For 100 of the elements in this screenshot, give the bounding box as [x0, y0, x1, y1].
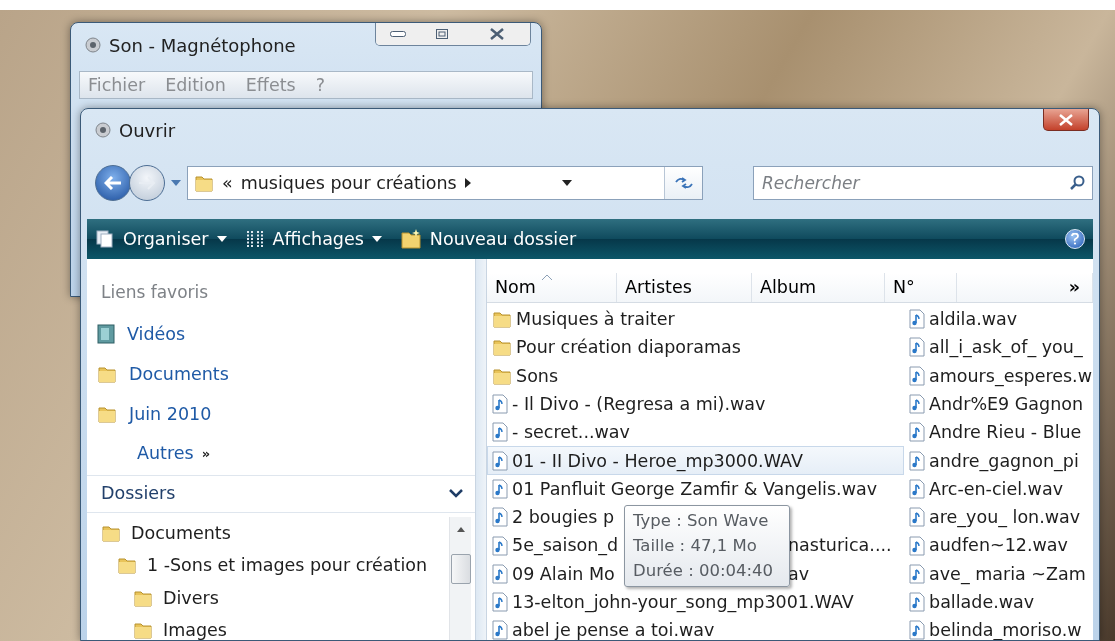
music-file-icon [909, 365, 926, 386]
music-file-icon [492, 450, 509, 471]
music-file-icon [909, 592, 926, 613]
file-name[interactable]: amours_esperes.w [929, 362, 1092, 389]
music-file-icon [909, 478, 926, 499]
file-name[interactable]: Musiques à traiter [516, 306, 675, 333]
tree-item[interactable]: Documents [87, 516, 450, 549]
music-file-icon [909, 309, 926, 330]
file-row-highlight[interactable]: 01 - II Divo - Heroe_mp3000.WAV [487, 446, 905, 475]
search-field[interactable]: Rechercher [753, 166, 1093, 200]
file-name[interactable]: 13-elton_john-your_song_mp3001.WAV [512, 589, 854, 616]
folder-icon [492, 337, 513, 358]
section-heading: Liens favoris [100, 281, 210, 304]
music-file-icon [492, 592, 509, 613]
music-file-icon [492, 507, 509, 528]
folder-icon [194, 173, 214, 193]
file-name[interactable]: av [788, 560, 810, 587]
file-name[interactable]: are_you_ lon.wav [929, 504, 1081, 531]
file-name[interactable]: abel je pense a toi.wav [512, 617, 715, 640]
refresh-button[interactable] [664, 167, 702, 199]
toolbar-button[interactable]: Affichages [244, 225, 382, 253]
file-name[interactable]: Andr%E9 Gagnon [929, 390, 1084, 418]
pages-icon [95, 229, 115, 249]
file-name[interactable]: 01 - II Divo - Heroe_mp3000.WAV [512, 447, 803, 474]
minimize-icon [390, 31, 406, 37]
file-name[interactable]: 09 Alain Mo [512, 560, 615, 587]
music-file-icon [909, 535, 926, 556]
file-name[interactable]: nasturica.... [788, 532, 892, 559]
file-name[interactable]: - Il Divo - (Regresa a mi).wav [512, 390, 766, 418]
minimize-button[interactable] [376, 23, 420, 45]
more-link[interactable]: Autres [137, 440, 194, 467]
file-name[interactable]: belinda_moriso.w [929, 617, 1082, 640]
maximize-icon [436, 29, 448, 39]
tooltip-line: Type : Son Wave [633, 510, 770, 532]
file-name[interactable]: 01 Panfluit George Zamfir & Vangelis.wav [512, 475, 878, 503]
file-name[interactable]: ave_ maria ~Zam [929, 560, 1086, 587]
speaker-icon [95, 122, 111, 138]
file-name[interactable]: Pour création diaporamas [516, 334, 741, 361]
file-name[interactable]: ballade.wav [929, 589, 1035, 616]
music-file-icon [492, 563, 509, 584]
forward-button[interactable] [129, 165, 165, 201]
file-name[interactable]: 2 bougies p [512, 504, 615, 531]
close-button[interactable] [1043, 109, 1089, 131]
file-name[interactable]: Sons [516, 362, 559, 389]
favorite-link[interactable]: Documents [87, 353, 476, 394]
scrollbar[interactable] [449, 516, 472, 640]
music-file-icon [492, 394, 509, 415]
favorite-link[interactable]: Juin 2010 [87, 394, 476, 435]
help-button[interactable] [1065, 229, 1085, 249]
column-header[interactable]: N° [885, 273, 958, 302]
file-name[interactable]: all_i_ask_of_ you_ [929, 334, 1083, 361]
music-file-icon [909, 507, 926, 528]
toolbar-button[interactable]: Organiser [95, 225, 227, 253]
column-header[interactable]: Nom [487, 273, 618, 302]
breadcrumb-item[interactable]: musiques pour créations [240, 169, 457, 197]
music-file-icon [909, 450, 926, 471]
question-mark-icon [1071, 233, 1079, 245]
window-title: Ouvrir [119, 118, 176, 143]
column-header[interactable]: Album [752, 273, 886, 302]
breadcrumb-arrow-icon [464, 178, 471, 188]
favorite-link[interactable]: Vidéos [87, 313, 476, 354]
more-columns-button[interactable]: » [957, 273, 1093, 302]
scrollbar-thumb[interactable] [450, 553, 471, 584]
caret-icon [171, 180, 181, 186]
music-file-icon [909, 394, 926, 415]
caret-icon [216, 236, 227, 242]
tree-item[interactable]: Images [87, 614, 450, 640]
tree-item[interactable]: Divers [87, 581, 450, 614]
music-file-icon [492, 535, 509, 556]
tree-item[interactable]: 1 -Sons et images pour création [87, 549, 450, 582]
file-name[interactable]: aldila.wav [929, 306, 1018, 333]
folder-icon [117, 555, 137, 576]
music-file-icon [492, 478, 509, 499]
address-field[interactable]: « musiques pour créations [187, 166, 703, 200]
folders-header[interactable]: Dossiers [87, 474, 476, 513]
music-file-icon [492, 422, 509, 443]
file-name[interactable]: Arc-en-ciel.wav [929, 475, 1063, 503]
close-icon [1059, 113, 1073, 126]
file-name[interactable]: audfen~12.wav [929, 532, 1068, 559]
toolbar-button[interactable]: Nouveau dossier [399, 225, 577, 253]
file-name[interactable]: - secret...wav [512, 419, 630, 446]
history-dropdown[interactable] [171, 180, 181, 186]
breadcrumb-chevron: « [222, 171, 233, 195]
folder-icon [97, 404, 117, 425]
search-icon [1069, 175, 1085, 191]
arrow-right-icon [138, 176, 156, 190]
folder-icon [492, 309, 513, 330]
film-icon [97, 323, 115, 344]
column-header[interactable]: Artistes [617, 273, 753, 302]
speaker-icon [85, 37, 101, 53]
music-file-icon [909, 337, 926, 358]
file-name[interactable]: 5e_saison_d [512, 532, 619, 559]
back-button[interactable] [95, 165, 131, 201]
dropdown-caret-icon [562, 180, 573, 186]
file-name[interactable]: Andre Rieu - Blue [929, 419, 1082, 446]
close-button[interactable] [464, 23, 530, 45]
file-name[interactable]: andre_gagnon_pi [929, 447, 1079, 474]
music-file-icon [909, 563, 926, 584]
views-icon [244, 229, 265, 249]
new-folder-icon [399, 228, 422, 250]
